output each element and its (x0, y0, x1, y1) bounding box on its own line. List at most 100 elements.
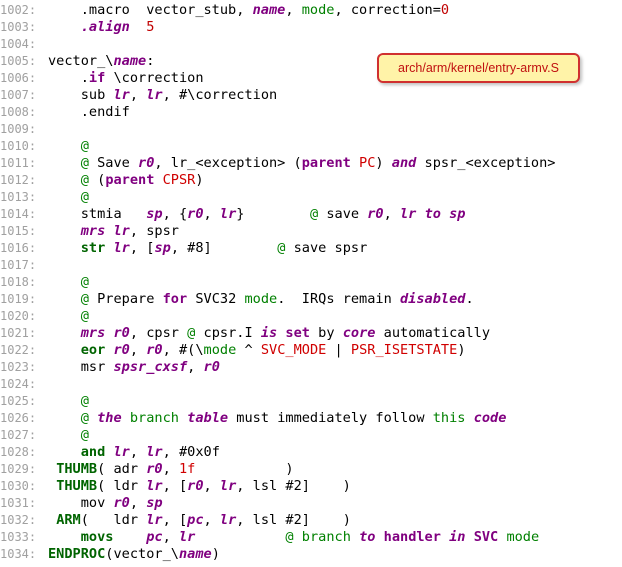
code-token: @ (309, 206, 319, 222)
code-line[interactable]: 1014: stmia sp, {r0, lr} @ save r0, lr t… (0, 206, 466, 223)
code-token: ) (457, 342, 466, 358)
code-line[interactable]: 1018: @ (0, 274, 89, 291)
line-code: @ the branch table must immediately foll… (48, 410, 507, 426)
code-line[interactable]: 1033: movs pc, lr @ branch to handler in… (0, 529, 539, 546)
code-token: r0 (113, 325, 130, 341)
code-token: this (432, 410, 466, 426)
code-token: . (48, 70, 89, 86)
code-token: set (285, 325, 310, 341)
code-line[interactable]: 1021: mrs r0, cpsr @ cpsr.I is set by co… (0, 325, 490, 342)
code-token: CPSR (162, 172, 196, 188)
code-token: , #0x0f (162, 444, 220, 460)
code-token: } (236, 206, 310, 222)
code-token: 5 (146, 19, 155, 35)
code-token: , #8] (170, 240, 278, 256)
code-token: core (342, 325, 376, 341)
code-token: (vector_\ (105, 546, 179, 562)
code-line[interactable]: 1015: mrs lr, spsr (0, 223, 179, 240)
line-number: 1027: (0, 428, 37, 442)
code-token: , (129, 444, 147, 460)
line-code: @ (48, 274, 89, 290)
code-line[interactable]: 1032: ARM( ldr lr, [pc, lr, lsl #2] ) (0, 512, 351, 529)
code-token: , lsl #2] ) (236, 478, 351, 494)
line-code: .if \correction (48, 70, 204, 86)
code-token: , (285, 2, 302, 18)
code-line[interactable]: 1007: sub lr, lr, #\correction (0, 87, 277, 104)
code-token: , (203, 206, 220, 222)
code-line[interactable]: 1011: @ Save r0, lr_<exception> (parent … (0, 155, 556, 172)
code-token: branch (129, 410, 179, 426)
line-number: 1026: (0, 411, 37, 425)
code-line[interactable]: 1010: @ (0, 138, 89, 155)
line-code: mrs lr, spsr (48, 223, 179, 239)
code-line[interactable]: 1022: eor r0, r0, #(\mode ^ SVC_MODE | P… (0, 342, 466, 359)
code-line[interactable]: 1006: .if \correction (0, 70, 204, 87)
code-token: @ (80, 393, 89, 409)
code-line[interactable]: 1024: (0, 376, 48, 393)
code-editor[interactable]: 1002: .macro vector_stub, name, mode, co… (0, 0, 622, 567)
code-line[interactable]: 1019: @ Prepare for SVC32 mode. IRQs rem… (0, 291, 474, 308)
code-token: : (146, 53, 155, 69)
code-line[interactable]: 1030: THUMB( ldr lr, [r0, lr, lsl #2] ) (0, 478, 351, 495)
line-number: 1009: (0, 122, 37, 136)
code-token: eor (80, 342, 106, 358)
code-token: mov (48, 495, 114, 511)
code-token: , { (162, 206, 188, 222)
line-code: and lr, lr, #0x0f (48, 444, 220, 460)
line-code: .macro vector_stub, name, mode, correcti… (48, 2, 449, 18)
code-line[interactable]: 1028: and lr, lr, #0x0f (0, 444, 220, 461)
code-line[interactable]: 1027: @ (0, 427, 89, 444)
code-line[interactable]: 1031: mov r0, sp (0, 495, 163, 512)
code-token: THUMB (56, 478, 98, 494)
code-token: @ (80, 189, 89, 205)
code-line[interactable]: 1029: THUMB( adr r0, 1f ) (0, 461, 294, 478)
code-line[interactable]: 1004: (0, 36, 48, 53)
code-line[interactable]: 1026: @ the branch table must immediatel… (0, 410, 506, 427)
code-token: if (88, 70, 106, 86)
line-number: 1014: (0, 207, 37, 221)
code-line[interactable]: 1002: .macro vector_stub, name, mode, co… (0, 2, 449, 19)
code-token: r0 (146, 461, 163, 477)
code-line[interactable]: 1012: @ (parent CPSR) (0, 172, 204, 189)
code-token: r0 (367, 206, 384, 222)
line-code: @ (48, 427, 89, 443)
code-token: , lr_<exception> ( (154, 155, 302, 171)
code-line[interactable]: 1020: @ (0, 308, 89, 325)
code-line[interactable]: 1017: (0, 257, 48, 274)
code-line[interactable]: 1025: @ (0, 393, 89, 410)
code-token: lr (146, 478, 163, 494)
line-number: 1030: (0, 479, 37, 493)
code-line[interactable]: 1034: ENDPROC(vector_\name) (0, 546, 220, 563)
code-line[interactable]: 1005: vector_\name: (0, 53, 154, 70)
code-line[interactable]: 1023: msr spsr_cxsf, r0 (0, 359, 220, 376)
code-line[interactable]: 1013: @ (0, 189, 89, 206)
code-token: name (252, 2, 286, 18)
code-line[interactable]: 1016: str lr, [sp, #8] @ save spsr (0, 240, 367, 257)
line-number: 1006: (0, 71, 37, 85)
line-number: 1008: (0, 105, 37, 119)
code-token: ( ldr (97, 478, 147, 494)
line-code: eor r0, r0, #(\mode ^ SVC_MODE | PSR_ISE… (48, 342, 466, 358)
line-code: sub lr, lr, #\correction (48, 87, 277, 103)
code-token: pc (146, 529, 163, 545)
code-token: is (260, 325, 278, 341)
code-line[interactable]: 1008: .endif (0, 104, 130, 121)
line-code: str lr, [sp, #8] @ save spsr (48, 240, 368, 256)
code-line[interactable]: 1003: .align 5 (0, 19, 154, 36)
code-token: in (449, 529, 466, 545)
code-line[interactable]: 1009: (0, 121, 48, 138)
